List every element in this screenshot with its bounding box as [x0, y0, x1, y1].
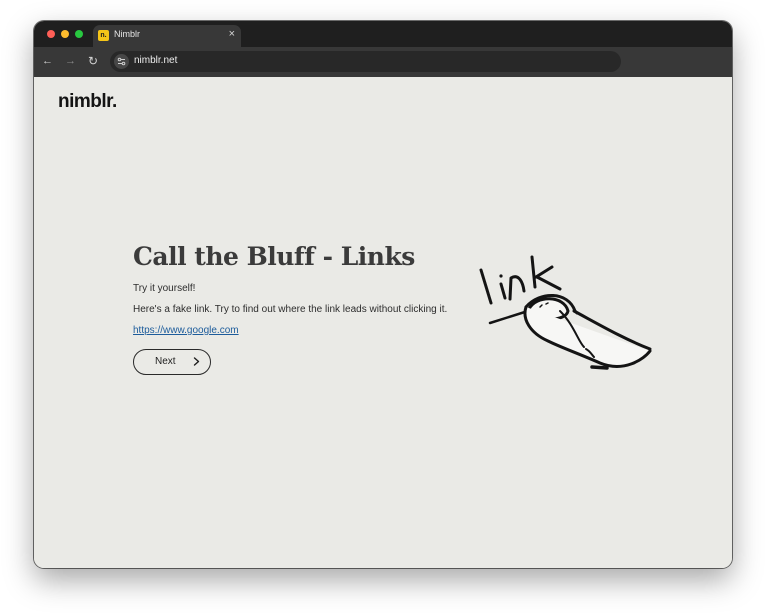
tab-nimblr[interactable]: n. Nimblr ×	[93, 25, 241, 47]
intro-text: Try it yourself!	[133, 283, 196, 294]
chevron-right-icon	[193, 357, 200, 366]
page-title: Call the Bluff - Links	[133, 242, 415, 271]
address-bar[interactable]: nimblr.net	[110, 51, 621, 72]
minimize-window-button[interactable]	[61, 30, 69, 38]
next-button-label: Next	[155, 356, 176, 367]
next-button[interactable]: Next	[133, 349, 211, 375]
maximize-window-button[interactable]	[75, 30, 83, 38]
forward-arrow-icon[interactable]: →	[65, 55, 76, 67]
page-content: nimblr. Call the Bluff - Links Try it yo…	[34, 77, 732, 568]
tab-title: Nimblr	[114, 29, 140, 39]
nimblr-logo[interactable]: nimblr.	[58, 91, 117, 113]
illustration-word: link	[474, 251, 499, 255]
finger-pointing-link-illustration: link	[474, 251, 652, 370]
close-tab-icon[interactable]: ×	[229, 28, 235, 40]
tab-bar: n. Nimblr ×	[34, 21, 732, 47]
back-arrow-icon[interactable]: ←	[42, 55, 53, 67]
reload-icon[interactable]: ↻	[88, 55, 98, 67]
browser-toolbar: ← → ↻ nimblr.net	[34, 47, 732, 77]
site-settings-icon[interactable]	[114, 54, 129, 69]
nimblr-favicon-icon: n.	[98, 30, 109, 41]
close-window-button[interactable]	[47, 30, 55, 38]
fake-link[interactable]: https://www.google.com	[133, 325, 239, 336]
url-text: nimblr.net	[134, 55, 178, 66]
instructions-text: Here's a fake link. Try to find out wher…	[133, 304, 448, 315]
browser-window: n. Nimblr × ← → ↻ nimblr.net nimblr. Cal…	[34, 21, 732, 568]
